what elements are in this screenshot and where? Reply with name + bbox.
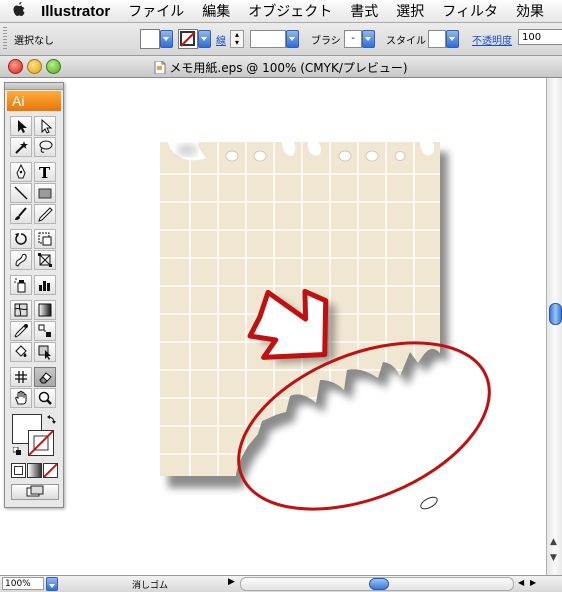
stroke-weight-label[interactable]: 線 [216, 32, 226, 47]
graphic-style-field[interactable] [428, 30, 446, 48]
warp-tool-icon[interactable] [10, 250, 32, 270]
direct-selection-tool-icon[interactable] [34, 116, 56, 136]
stroke-dropdown[interactable] [198, 30, 211, 48]
illustrator-logo: Ai [7, 91, 61, 111]
gradient-mode-button[interactable] [27, 463, 42, 478]
control-bar: 選択なし 線 ▴ ▾ ブラシ - スタイル 不透明度 100 [0, 23, 562, 56]
rotate-tool-icon[interactable] [10, 229, 32, 249]
pencil-tool-icon[interactable] [34, 204, 56, 224]
pen-tool-icon[interactable] [10, 162, 32, 182]
slice-tool-icon[interactable] [10, 367, 32, 387]
vertical-scroll-thumb[interactable] [549, 303, 562, 325]
opacity-field[interactable]: 100 [518, 29, 562, 45]
swap-colors-icon[interactable] [47, 414, 57, 424]
stroke-color-swatch[interactable] [178, 29, 198, 49]
app-menu[interactable]: Illustrator [41, 3, 110, 20]
scroll-left-arrow-icon[interactable]: ◀ [518, 578, 524, 587]
color-mode-button[interactable] [11, 463, 26, 478]
tools-panel-header[interactable] [5, 83, 63, 90]
svg-text:T: T [39, 164, 51, 180]
stroke-weight-field[interactable] [250, 30, 286, 48]
artwork [160, 142, 491, 511]
scroll-up-arrow-icon[interactable]: ▲ [550, 537, 557, 547]
status-bar: 100% 消しゴム ▶ ◀ ▶ [0, 575, 562, 592]
mesh-tool-icon[interactable] [10, 300, 32, 320]
tools-panel: Ai T [4, 82, 64, 508]
none-color-icon [29, 431, 53, 455]
menu-type[interactable]: 書式 [350, 1, 378, 21]
live-paint-bucket-tool-icon[interactable] [10, 342, 32, 362]
zoom-field[interactable]: 100% [2, 577, 44, 590]
selection-tool-icon[interactable] [10, 116, 32, 136]
column-graph-tool-icon[interactable] [34, 275, 56, 295]
brush-field[interactable]: - [344, 30, 362, 48]
lasso-tool-icon[interactable] [34, 137, 56, 157]
opacity-label[interactable]: 不透明度 [472, 32, 512, 47]
graphic-style-dropdown[interactable] [446, 30, 459, 48]
screen-mode-button[interactable] [11, 484, 59, 500]
menu-select[interactable]: 選択 [396, 1, 424, 21]
hand-tool-icon[interactable] [10, 388, 32, 408]
horizontal-scroll-thumb[interactable] [369, 578, 389, 590]
rectangle-tool-icon[interactable] [34, 183, 56, 203]
style-label: スタイル [386, 36, 426, 47]
control-bar-grip[interactable] [3, 27, 7, 51]
free-transform-tool-icon[interactable] [34, 250, 56, 270]
horizontal-scrollbar[interactable] [240, 577, 514, 591]
menu-filter[interactable]: フィルタ [442, 1, 498, 21]
zoom-tool-icon[interactable] [34, 388, 56, 408]
stroke-weight-dropdown[interactable] [286, 30, 299, 48]
status-menu-arrow-icon[interactable]: ▶ [228, 577, 235, 587]
type-tool-icon[interactable]: T [34, 162, 56, 182]
line-segment-tool-icon[interactable] [10, 183, 32, 203]
document-title: メモ用紙.eps @ 100% (CMYK/プレビュー) [0, 59, 562, 76]
none-mode-button[interactable] [43, 463, 58, 478]
zoom-dropdown[interactable] [46, 577, 58, 591]
scale-tool-icon[interactable] [34, 229, 56, 249]
no-stroke-icon [180, 31, 196, 47]
menu-bar: Illustrator ファイル 編集 オブジェクト 書式 選択 フィルタ 効果 [0, 0, 562, 23]
scroll-down-arrow-icon[interactable]: ▼ [550, 553, 557, 563]
document-title-text: メモ用紙.eps @ 100% (CMYK/プレビュー) [169, 61, 408, 75]
vertical-scrollbar[interactable]: ▲ ▼ [546, 78, 562, 575]
eraser-tool-icon[interactable] [34, 367, 56, 387]
gradient-tool-icon[interactable] [34, 300, 56, 320]
brush-dropdown[interactable] [362, 30, 375, 48]
paintbrush-tool-icon[interactable] [10, 204, 32, 224]
memo-paper [160, 142, 440, 476]
default-colors-icon[interactable] [12, 445, 21, 455]
stroke-weight-stepper[interactable]: ▴ ▾ [230, 30, 244, 48]
menu-edit[interactable]: 編集 [202, 1, 230, 21]
live-paint-selection-tool-icon[interactable] [34, 342, 56, 362]
document-file-icon [154, 60, 166, 75]
apple-menu-icon[interactable] [12, 1, 31, 21]
screen-mode-icon [26, 485, 44, 497]
stroke-color-box[interactable] [28, 430, 54, 456]
menu-object[interactable]: オブジェクト [248, 1, 332, 21]
eyedropper-tool-icon[interactable] [10, 321, 32, 341]
menu-effect[interactable]: 効果 [516, 1, 544, 21]
scroll-right-arrow-icon[interactable]: ▶ [530, 578, 536, 587]
selection-status: 選択なし [14, 36, 54, 47]
symbol-sprayer-tool-icon[interactable] [10, 275, 32, 295]
document-titlebar: メモ用紙.eps @ 100% (CMYK/プレビュー) [0, 56, 562, 78]
menu-file[interactable]: ファイル [128, 1, 184, 21]
current-tool-name: 消しゴム [132, 581, 169, 591]
fill-dropdown[interactable] [160, 30, 173, 48]
brush-label: ブラシ [311, 36, 341, 47]
eraser-cursor [420, 496, 438, 510]
magic-wand-tool-icon[interactable] [10, 137, 32, 157]
fill-color-swatch[interactable] [140, 29, 160, 49]
artboard-canvas[interactable] [0, 78, 546, 575]
blend-tool-icon[interactable] [34, 321, 56, 341]
